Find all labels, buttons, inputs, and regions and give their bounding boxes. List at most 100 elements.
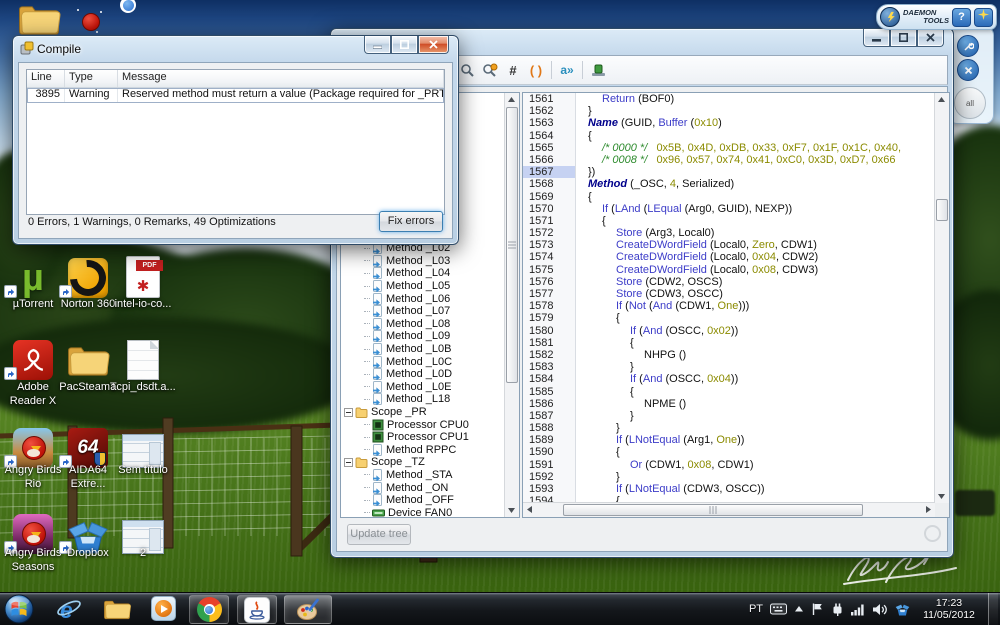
tree-item-method-l08[interactable]: Method _L08: [341, 318, 505, 331]
tree-item-method-l18[interactable]: Method _L18: [341, 393, 505, 406]
tree-item-method-l05[interactable]: Method _L05: [341, 280, 505, 293]
action-center-flag-icon[interactable]: [811, 602, 823, 616]
line-number[interactable]: 1565: [523, 142, 576, 154]
code-line-1581[interactable]: 1581{: [523, 337, 935, 349]
tree-item-method-l0e[interactable]: Method _L0E: [341, 381, 505, 394]
column-header-line[interactable]: Line: [27, 70, 65, 87]
tree-expander-icon[interactable]: [344, 408, 353, 417]
maximize-button[interactable]: [890, 29, 917, 47]
code-line-1572[interactable]: 1572Store (Arg3, Local0): [523, 227, 935, 239]
code-line-1575[interactable]: 1575CreateDWordField (Local0, 0x08, CDW3…: [523, 264, 935, 276]
close-button[interactable]: [917, 29, 944, 47]
line-number[interactable]: 1577: [523, 288, 576, 300]
code-line-1561[interactable]: 1561Return (BOF0): [523, 93, 935, 105]
line-number[interactable]: 1573: [523, 239, 576, 251]
code-line-1574[interactable]: 1574CreateDWordField (Local0, 0x04, CDW2…: [523, 251, 935, 263]
tree-item-method-l07[interactable]: Method _L07: [341, 305, 505, 318]
desktop-icon-pacsteamt[interactable]: PacSteamT: [57, 338, 119, 380]
tree-scrollbar[interactable]: [504, 93, 519, 517]
code-panel[interactable]: 1561Return (BOF0)1562}1563Name (GUID, Bu…: [522, 92, 950, 518]
taskbar-internet-explorer[interactable]: e: [56, 597, 82, 623]
tree-scroll-thumb[interactable]: [506, 107, 518, 383]
scroll-left-icon[interactable]: [523, 503, 536, 516]
daemon-settings-button[interactable]: [974, 8, 993, 27]
volume-icon[interactable]: [872, 603, 888, 616]
daemon-wrench-button[interactable]: [957, 35, 979, 57]
code-vscroll-thumb[interactable]: [936, 199, 948, 221]
code-line-1565[interactable]: 1565/* 0000 */ 0x5B, 0x4D, 0xDB, 0x33, 0…: [523, 142, 935, 154]
tree-item-device-fan0[interactable]: Device FAN0: [341, 506, 505, 517]
tree-item-method-sta[interactable]: Method _STA: [341, 469, 505, 482]
line-number[interactable]: 1579: [523, 312, 576, 324]
match-parens-icon[interactable]: ( ): [528, 60, 544, 80]
desktop-icon-sem-t-tulo[interactable]: Sem título: [112, 426, 174, 468]
taskbar-paint-button[interactable]: [284, 595, 332, 624]
show-desktop-button[interactable]: [988, 593, 998, 625]
code-line-1573[interactable]: 1573CreateDWordField (Local0, Zero, CDW1…: [523, 239, 935, 251]
tree-item-method-l0d[interactable]: Method _L0D: [341, 368, 505, 381]
tree-item-method-on[interactable]: Method _ON: [341, 481, 505, 494]
code-line-1569[interactable]: 1569{: [523, 191, 935, 203]
compile-messages-table[interactable]: LineTypeMessage 3895WarningReserved meth…: [26, 69, 445, 215]
line-number[interactable]: 1561: [523, 93, 576, 105]
scroll-up-icon[interactable]: [935, 93, 948, 106]
line-number[interactable]: 1592: [523, 471, 576, 483]
start-button[interactable]: [4, 594, 34, 624]
code-line-1567[interactable]: 1567}): [523, 166, 935, 178]
code-line-1562[interactable]: 1562}: [523, 105, 935, 117]
keyboard-icon[interactable]: [770, 603, 787, 615]
line-number[interactable]: 1580: [523, 325, 576, 337]
tree-item-processor-cpu0[interactable]: Processor CPU0: [341, 418, 505, 431]
code-line-1571[interactable]: 1571{: [523, 215, 935, 227]
line-number[interactable]: 1589: [523, 434, 576, 446]
code-line-1586[interactable]: 1586NPME (): [523, 398, 935, 410]
scroll-right-icon[interactable]: [922, 503, 935, 516]
code-line-1580[interactable]: 1580If (And (OSCC, 0x02)): [523, 325, 935, 337]
taskbar-media-player[interactable]: [151, 596, 176, 621]
line-number[interactable]: 1590: [523, 446, 576, 458]
tree-item-scope-pr[interactable]: Scope _PR: [341, 406, 505, 419]
line-number[interactable]: 1562: [523, 105, 576, 117]
code-horizontal-scrollbar[interactable]: [523, 502, 935, 517]
line-number[interactable]: 1582: [523, 349, 576, 361]
tree-item-method-off[interactable]: Method _OFF: [341, 494, 505, 507]
line-number[interactable]: 1591: [523, 459, 576, 471]
line-number[interactable]: 1581: [523, 337, 576, 349]
desktop-icon-norton-360[interactable]: Norton 360: [57, 256, 119, 298]
code-line-1592[interactable]: 1592}: [523, 471, 935, 483]
message-row[interactable]: 3895WarningReserved method must return a…: [27, 88, 444, 103]
column-header-message[interactable]: Message: [118, 70, 444, 87]
line-number[interactable]: 1576: [523, 276, 576, 288]
update-tree-button[interactable]: Update tree: [347, 524, 411, 545]
code-vertical-scrollbar[interactable]: [934, 93, 949, 503]
desktop-icon-acpi-dsdt-a-[interactable]: acpi_dsdt.a...: [112, 338, 174, 380]
font-icon[interactable]: a»: [559, 60, 575, 80]
desktop-icon-angry-birds-rio[interactable]: Angry BirdsRio: [2, 426, 64, 468]
tree-item-method-l06[interactable]: Method _L06: [341, 292, 505, 305]
line-number[interactable]: 1593: [523, 483, 576, 495]
tree-item-method-l0b[interactable]: Method _L0B: [341, 343, 505, 356]
taskbar-windows-explorer[interactable]: [102, 598, 132, 622]
line-number[interactable]: 1566: [523, 154, 576, 166]
line-number[interactable]: 1584: [523, 373, 576, 385]
desktop-icon-adobe-reader-x[interactable]: AdobeReader X: [2, 338, 64, 380]
taskbar-chrome-button[interactable]: [189, 595, 229, 624]
show-hidden-icons-button[interactable]: [794, 605, 804, 613]
tree-item-method-l04[interactable]: Method _L04: [341, 267, 505, 280]
tree-item-scope-tz[interactable]: Scope _TZ: [341, 456, 505, 469]
code-line-1570[interactable]: 1570If (LAnd (LEqual (Arg0, GUID), NEXP)…: [523, 203, 935, 215]
language-indicator[interactable]: PT: [749, 603, 763, 615]
code-line-1589[interactable]: 1589If (LNotEqual (Arg1, One)): [523, 434, 935, 446]
goto-line-icon[interactable]: #: [505, 60, 521, 80]
taskbar-java-app-button[interactable]: [237, 595, 277, 624]
scroll-down-icon[interactable]: [935, 490, 948, 503]
minimize-button[interactable]: [364, 36, 391, 54]
tree-item-method-l0c[interactable]: Method _L0C: [341, 355, 505, 368]
desktop-icon-2[interactable]: 2: [112, 512, 174, 554]
code-line-1577[interactable]: 1577Store (CDW3, OSCC): [523, 288, 935, 300]
desktop-icon-intel-io-co-[interactable]: PDF✱intel-io-co...: [112, 256, 174, 298]
desktop-icon-aida64-extre-[interactable]: 64AIDA64Extre...: [57, 426, 119, 468]
stamp-icon[interactable]: [590, 60, 606, 80]
tree-expander-icon[interactable]: [344, 458, 353, 467]
line-number[interactable]: 1571: [523, 215, 576, 227]
